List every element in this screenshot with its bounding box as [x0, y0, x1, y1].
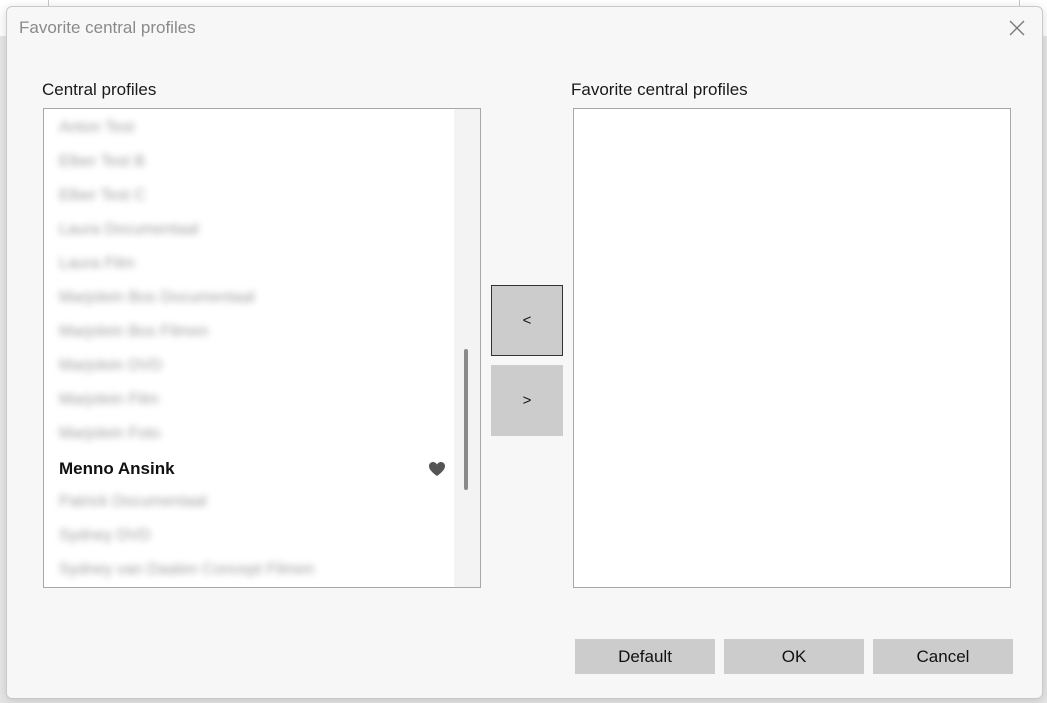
list-item[interactable]: Marjolein DVD [44, 353, 454, 383]
list-item-label: Marjolein Film [59, 391, 159, 408]
favorite-profiles-dialog: Favorite central profiles Central profil… [6, 6, 1043, 699]
scrollbar[interactable] [454, 109, 480, 587]
list-item[interactable]: Sydney DVD [44, 523, 454, 553]
add-favorite-button[interactable]: > [491, 365, 563, 436]
list-item-label: Sydney van Daalen Concept Filmen [59, 561, 315, 578]
list-item-label: Marjolein Bos Filmen [59, 323, 209, 340]
title-bar: Favorite central profiles [7, 7, 1042, 51]
list-item-label: Marjolein DVD [59, 357, 163, 374]
remove-favorite-button[interactable]: < [491, 285, 563, 356]
list-item[interactable]: Marjolein Bos Documentaal [44, 285, 454, 315]
list-item-label: Elber Test C [59, 187, 146, 204]
default-button[interactable]: Default [575, 639, 715, 674]
list-item-label: Laura Film [59, 255, 135, 272]
list-item[interactable]: Patrick Documentaal [44, 489, 454, 519]
list-item[interactable]: Marjolein Bos Filmen [44, 319, 454, 349]
list-item-label: Marjolein Bos Documentaal [59, 289, 255, 306]
list-item-label: Anton Test [59, 119, 135, 136]
list-item[interactable]: Laura Film [44, 251, 454, 281]
favorite-profiles-list[interactable] [573, 108, 1011, 588]
list-item[interactable]: Marjolein Foto [44, 421, 454, 451]
heart-icon[interactable] [428, 461, 446, 477]
list-item[interactable]: Sydney van Daalen Concept Filmen [44, 557, 454, 587]
list-item-label: Patrick Documentaal [59, 493, 207, 510]
list-item-label: Sydney DVD [59, 527, 151, 544]
list-item-label: Laura Documentaal [59, 221, 199, 238]
close-icon[interactable] [1004, 15, 1030, 41]
dialog-title: Favorite central profiles [19, 18, 196, 37]
list-item[interactable]: Elber Test B [44, 149, 454, 179]
list-item[interactable]: Anton Test [44, 115, 454, 145]
favorite-profiles-label: Favorite central profiles [571, 80, 748, 99]
cancel-button[interactable]: Cancel [873, 639, 1013, 674]
ok-button[interactable]: OK [724, 639, 864, 674]
list-item-label: Elber Test B [59, 153, 145, 170]
list-item-label: Marjolein Foto [59, 425, 161, 442]
list-item-label: Menno Ansink [59, 459, 175, 478]
central-profiles-label: Central profiles [42, 80, 157, 99]
list-item[interactable]: Laura Documentaal [44, 217, 454, 247]
list-item[interactable]: Marjolein Film [44, 387, 454, 417]
list-item[interactable]: Elber Test C [44, 183, 454, 213]
scrollbar-thumb[interactable] [464, 349, 468, 490]
list-item[interactable]: Menno Ansink [44, 455, 454, 485]
central-profiles-list[interactable]: Anton Test Elber Test B Elber Test C Laura … [43, 108, 481, 588]
